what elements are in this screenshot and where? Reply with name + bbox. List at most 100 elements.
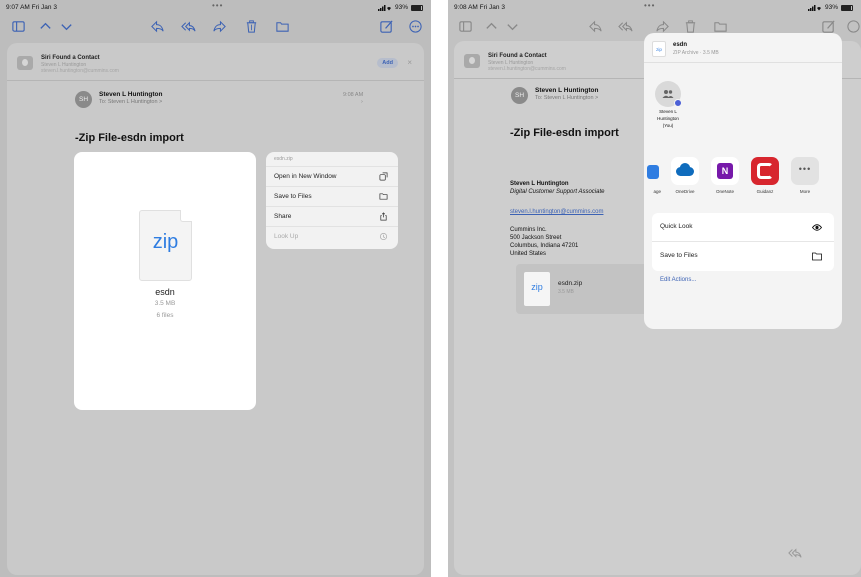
share-sheet-header: zip esdn ZIP Archive · 3.5 MB [644,33,842,63]
message-time: 9:08 AM [343,92,364,98]
preview-file-count: 6 files [156,312,174,319]
reply-icon[interactable] [147,16,167,36]
zip-file-icon: zip [139,210,192,281]
message-subject: -Zip File-esdn import [75,132,184,144]
zip-file-label: zip [152,231,179,253]
move-folder-icon[interactable] [272,16,292,36]
siri-contact-email: steven.l.huntington@cummins.com [488,66,566,72]
more-options-icon[interactable] [843,16,861,36]
save-to-files-action[interactable]: Save to Files [652,242,834,271]
onedrive-icon [671,157,699,185]
look-up-menu-item[interactable]: Look Up [266,227,398,247]
multitask-dots[interactable]: ••• [644,1,655,10]
recipient-name[interactable]: Steven L Huntington > [108,99,162,105]
attachment-file-size: 3.5 MB [558,289,574,295]
share-app-guidanz[interactable]: Guidanz [748,157,782,194]
attachment-tile[interactable]: zip esdn.zip 3.5 MB [516,264,648,314]
share-sheet: zip esdn ZIP Archive · 3.5 MB Steven L H… [644,33,842,329]
avatar[interactable]: SH [75,91,92,108]
contact-name-line1: Steven L [659,109,677,114]
quick-look-action[interactable]: Quick Look [652,213,834,242]
message-app-icon [644,157,661,185]
message-subject: -Zip File-esdn import [510,127,619,139]
to-prefix: To: [99,99,107,105]
share-app-onedrive[interactable]: OneDrive [668,157,702,194]
expand-chevron-icon[interactable]: › [361,99,363,105]
contact-card-icon [464,54,480,68]
battery-icon [841,4,853,11]
recipient-name[interactable]: Steven L Huntington > [544,95,598,101]
recipient-line[interactable]: To: Steven L Huntington > [99,99,162,105]
share-app-more[interactable]: ••• More [788,157,822,194]
mail-toolbar [0,16,431,40]
previous-message-chevron-up-icon[interactable] [35,16,55,36]
trash-icon[interactable] [241,16,261,36]
zip-file-icon: zip [524,272,550,306]
siri-banner-title: Siri Found a Contact [41,55,100,61]
people-icon [662,90,674,98]
status-bar: 9:07 AM Fri Jan 3 ••• 93% [0,0,431,14]
status-right: 93% [377,4,423,11]
recipient-line[interactable]: To: Steven L Huntington > [535,95,598,101]
eye-icon [811,223,823,232]
app-label: OneNote [715,189,734,194]
avatar [655,81,682,107]
more-options-icon[interactable] [405,16,425,36]
signature-company: Cummins Inc. [510,227,547,233]
avatar[interactable]: SH [511,87,528,104]
signature-title: Digital Customer Support Associate [510,189,605,195]
attachment-preview-card[interactable]: zip esdn 3.5 MB 6 files [74,152,256,410]
action-label: Quick Look [660,223,693,230]
menu-item-label: Save to Files [274,193,312,200]
status-time: 9:08 AM Fri Jan 3 [454,4,505,11]
preview-file-name: esdn [155,287,175,297]
share-app-message[interactable]: age [644,157,664,194]
share-contact-suggestion[interactable]: Steven L Huntington (You) [650,81,686,129]
contact-card-icon [17,56,33,70]
zip-file-icon: zip [652,41,666,57]
signature-country: United States [510,251,547,257]
previous-message-chevron-up-icon[interactable] [481,16,501,36]
onenote-icon: N [711,157,739,185]
next-message-chevron-down-icon[interactable] [56,16,76,36]
reply-all-icon[interactable] [615,16,635,36]
guidanz-icon [751,157,779,185]
sender-name[interactable]: Steven L Huntington [99,91,162,98]
add-contact-button[interactable]: Add [377,58,398,68]
to-prefix: To: [535,95,543,101]
signature-email-link[interactable]: steven.l.huntington@cummins.com [510,209,603,215]
compose-icon[interactable] [376,16,396,36]
share-app-onenote[interactable]: N OneNote [708,157,742,194]
app-label: age [653,189,661,194]
share-file-title: esdn [673,42,688,48]
share-menu-item[interactable]: Share [266,207,398,227]
siri-contact-banner: Siri Found a Contact Steven L Huntington… [7,49,424,81]
folder-icon [379,192,388,201]
cellular-wifi-icon [377,4,391,11]
menu-item-label: Look Up [274,233,299,240]
save-to-files-menu-item[interactable]: Save to Files [266,187,398,207]
folder-icon [812,252,822,261]
edit-actions-link[interactable]: Edit Actions... [660,277,696,283]
message-view: Siri Found a Contact Steven L Huntington… [7,43,424,575]
reply-all-icon[interactable] [178,16,198,36]
status-bar: 9:08 AM Fri Jan 3 ••• 93% [448,0,861,14]
multitask-dots[interactable]: ••• [212,1,223,10]
close-banner-icon[interactable]: × [407,58,412,67]
reply-floating-icon[interactable] [788,546,802,560]
contact-name-line2: Huntington [657,116,679,122]
open-in-new-window-menu-item[interactable]: Open in New Window [266,167,398,187]
next-message-chevron-down-icon[interactable] [502,16,522,36]
sender-name[interactable]: Steven L Huntington [535,87,598,94]
teams-badge-icon [674,99,682,107]
action-label: Save to Files [660,252,698,259]
zip-file-label: zip [531,282,543,292]
sidebar-toggle-icon[interactable] [455,16,475,36]
new-window-icon [379,172,388,181]
share-file-subtitle: ZIP Archive · 3.5 MB [673,50,719,56]
sidebar-toggle-icon[interactable] [8,16,28,36]
reply-icon[interactable] [585,16,605,36]
status-right: 93% [807,4,853,11]
share-icon [379,212,388,221]
forward-icon[interactable] [209,16,229,36]
